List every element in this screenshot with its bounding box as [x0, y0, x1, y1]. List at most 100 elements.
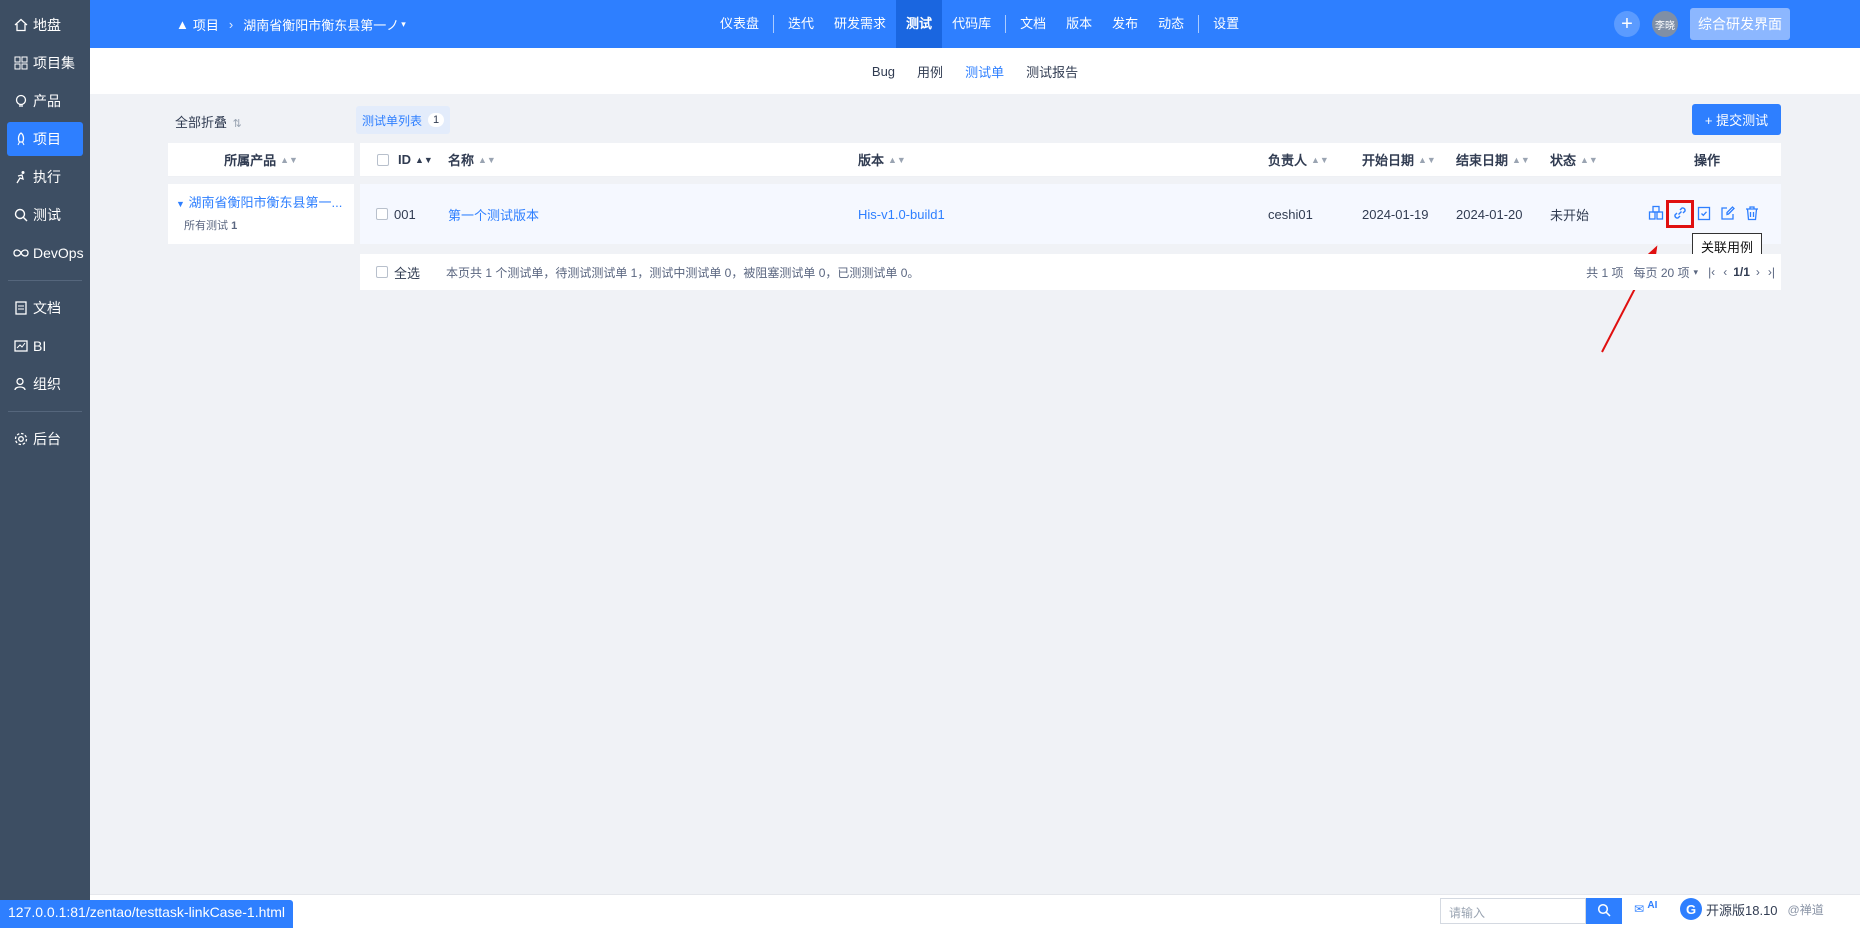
next-page-icon[interactable]: ›: [1756, 265, 1760, 279]
select-all-checkbox[interactable]: [376, 254, 388, 290]
tree-node-product[interactable]: ▼ 湖南省衡阳市衡东县第一...: [176, 192, 346, 211]
grid-icon: [13, 55, 29, 71]
chat-icon: ✉: [1634, 902, 1645, 916]
topbar-right: + 李晓 综合研发界面: [1614, 8, 1790, 40]
col-status-label: 状态: [1550, 153, 1577, 168]
bottom-search-button[interactable]: [1586, 898, 1622, 924]
avatar[interactable]: 李晓: [1652, 11, 1678, 37]
rail-item-devops[interactable]: DevOps: [7, 236, 84, 270]
sort-icon: ▲▼: [1512, 154, 1530, 165]
nav-iteration[interactable]: 迭代: [778, 0, 824, 48]
col-end[interactable]: 结束日期 ▲▼: [1456, 143, 1530, 176]
col-build-label: 版本: [858, 153, 885, 168]
view-cases-button[interactable]: [1646, 204, 1666, 224]
subnav-testreport[interactable]: 测试报告: [1015, 62, 1089, 81]
top-bar: ▲ 项目 › 湖南省衡阳市衡东县第一ノ ▾ 仪表盘 迭代 研发需求 测试 代码库…: [90, 0, 1860, 48]
rail-item-bi[interactable]: BI: [7, 329, 83, 363]
checkbox[interactable]: [376, 266, 388, 278]
col-status[interactable]: 状态 ▲▼: [1550, 143, 1598, 176]
col-id[interactable]: ID ▲▼: [398, 143, 433, 176]
nav-doc[interactable]: 文档: [1010, 0, 1056, 48]
fold-all-label: 全部折叠: [175, 115, 228, 130]
fold-all-button[interactable]: 全部折叠 ⇅: [175, 112, 242, 131]
tab-testtask-list[interactable]: 测试单列表 1: [356, 106, 451, 134]
nav-divider: [1005, 15, 1007, 33]
submit-test-button[interactable]: + 提交测试: [1692, 104, 1781, 135]
breadcrumb-root[interactable]: 项目: [193, 15, 219, 34]
row-actions: [1646, 200, 1766, 228]
subnav-testtask[interactable]: 测试单: [954, 62, 1015, 81]
chevron-down-icon[interactable]: ▾: [401, 19, 406, 30]
trash-icon: [1744, 205, 1760, 224]
nav-dashboard[interactable]: 仪表盘: [710, 0, 769, 48]
sort-icon: ▲▼: [1580, 154, 1598, 165]
chevron-down-icon[interactable]: ▾: [1694, 267, 1699, 278]
infinity-icon: [13, 245, 29, 261]
first-page-icon[interactable]: |‹: [1708, 265, 1715, 279]
zentao-logo-icon: G: [1680, 898, 1702, 920]
table-row[interactable]: 001 第一个测试版本 His-v1.0-build1 ceshi01 2024…: [360, 184, 1781, 244]
row-name-link[interactable]: 第一个测试版本: [448, 184, 539, 244]
prev-page-icon[interactable]: ‹: [1723, 265, 1727, 279]
table-header: ID ▲▼ 名称 ▲▼ 版本 ▲▼ 负责人 ▲▼ 开始日期 ▲▼ 结束日期 ▲▼ 状态 ▲▼ …: [360, 143, 1781, 177]
rail-item-label: 产品: [33, 93, 61, 109]
quick-create-button[interactable]: +: [1614, 11, 1640, 37]
col-build[interactable]: 版本 ▲▼: [858, 143, 906, 176]
col-name[interactable]: 名称 ▲▼: [448, 143, 496, 176]
tree-node-all-tests[interactable]: 所有测试 1: [176, 217, 346, 233]
subnav-bug[interactable]: Bug: [861, 64, 906, 79]
rail-item-admin[interactable]: 后台: [7, 422, 83, 456]
report-button[interactable]: [1694, 204, 1714, 224]
rail-item-label: 执行: [33, 169, 61, 185]
sort-icon: ▲▼: [478, 154, 496, 165]
rail-item-execution[interactable]: 执行: [7, 160, 83, 194]
header-select-checkbox[interactable]: [377, 143, 389, 176]
bottom-search-input[interactable]: 请输入: [1440, 898, 1586, 924]
nav-repo[interactable]: 代码库: [942, 0, 1001, 48]
nav-story[interactable]: 研发需求: [824, 0, 896, 48]
ui-mode-switch[interactable]: 综合研发界面: [1690, 8, 1790, 40]
sort-icon: ▲▼: [1418, 154, 1436, 165]
bulb-icon: [13, 93, 29, 109]
sort-icon: ▲▼: [280, 154, 298, 165]
link-case-button[interactable]: [1666, 200, 1694, 228]
tab-count-badge: 1: [428, 113, 445, 127]
rail-item-dashboard[interactable]: 地盘: [7, 8, 83, 42]
rail-item-label: 组织: [33, 376, 61, 392]
nav-settings[interactable]: 设置: [1203, 0, 1249, 48]
rail-item-doc[interactable]: 文档: [7, 291, 83, 325]
search-icon: [1597, 903, 1611, 920]
pager-per-page[interactable]: 每页 20 项: [1634, 264, 1690, 281]
tree-header[interactable]: 所属产品 ▲▼: [168, 143, 354, 177]
col-start[interactable]: 开始日期 ▲▼: [1362, 143, 1436, 176]
select-all-label[interactable]: 全选: [394, 254, 420, 290]
rail-item-product[interactable]: 产品: [7, 84, 83, 118]
last-page-icon[interactable]: ›|: [1768, 265, 1775, 279]
rail-item-program[interactable]: 项目集: [7, 46, 83, 80]
edit-button[interactable]: [1718, 204, 1738, 224]
rail-item-org[interactable]: 组织: [7, 367, 83, 401]
nav-dynamic[interactable]: 动态: [1148, 0, 1194, 48]
row-select-checkbox[interactable]: [376, 184, 388, 244]
subnav-case[interactable]: 用例: [906, 62, 954, 81]
rail-item-label: 项目集: [33, 55, 75, 71]
breadcrumb-project[interactable]: 湖南省衡阳市衡东县第一ノ: [243, 15, 399, 34]
nav-test[interactable]: 测试: [896, 0, 943, 48]
checkbox[interactable]: [377, 153, 389, 166]
version-label: 开源版18.10: [1706, 902, 1778, 918]
ai-button[interactable]: ✉ AI: [1634, 900, 1657, 916]
rail-item-project[interactable]: 项目: [7, 122, 83, 156]
row-build-link[interactable]: His-v1.0-build1: [858, 184, 945, 244]
rail-item-label: 地盘: [33, 17, 61, 33]
row-end-date: 2024-01-20: [1456, 206, 1523, 222]
nav-divider: [773, 15, 775, 33]
col-owner[interactable]: 负责人 ▲▼: [1268, 143, 1329, 176]
rail-item-label: 项目: [33, 131, 61, 147]
link-icon: [1672, 205, 1688, 224]
nav-build[interactable]: 版本: [1056, 0, 1102, 48]
rail-item-qa[interactable]: 测试: [7, 198, 83, 232]
version-info[interactable]: G 开源版18.10 @禅道: [1680, 898, 1824, 920]
checkbox[interactable]: [376, 208, 388, 220]
delete-button[interactable]: [1742, 204, 1762, 224]
nav-release[interactable]: 发布: [1102, 0, 1148, 48]
